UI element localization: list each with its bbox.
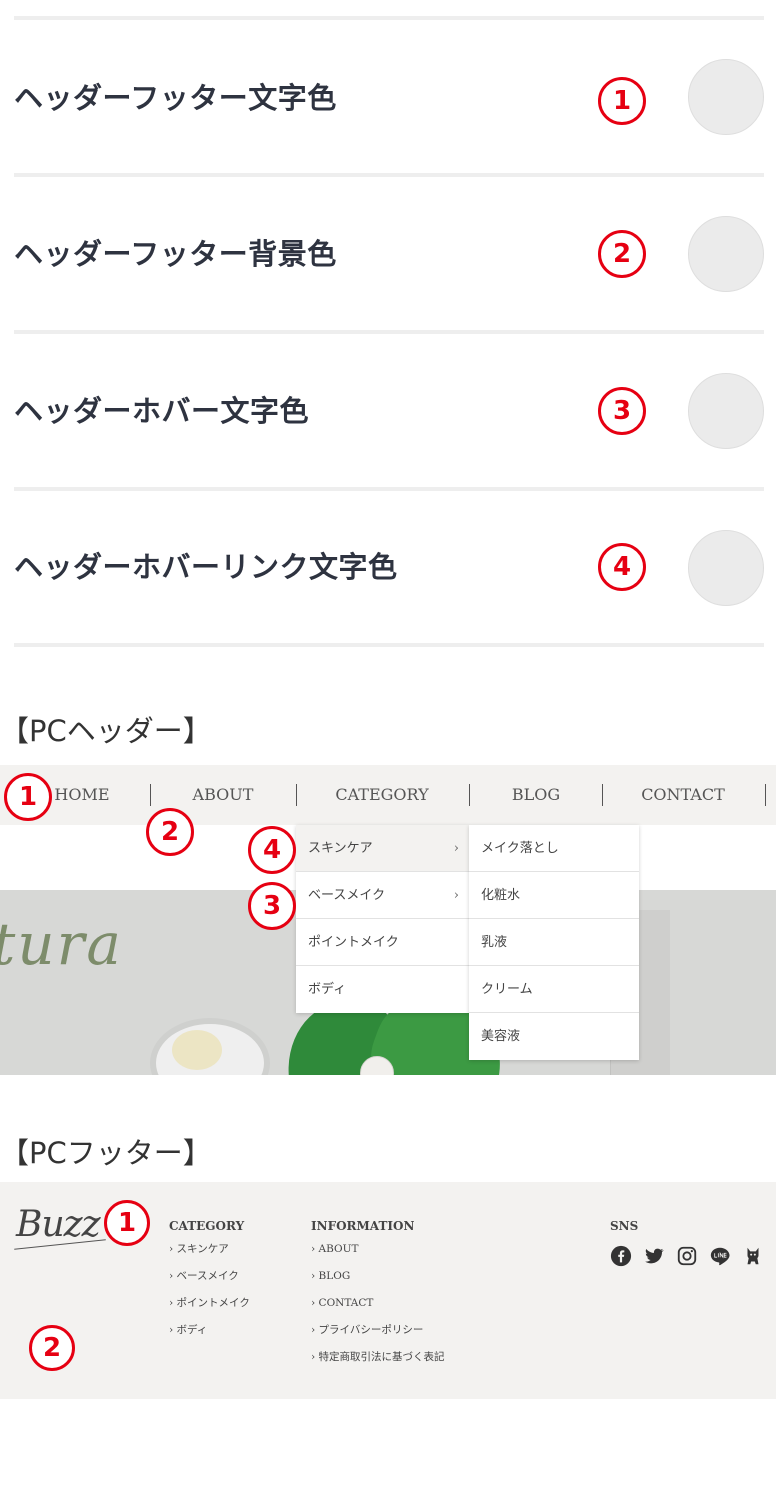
nav-separator xyxy=(296,784,297,806)
footer-link[interactable]: › ポイントメイク xyxy=(169,1290,250,1317)
nav-separator xyxy=(150,784,151,806)
footer-link[interactable]: › ABOUT xyxy=(311,1236,445,1263)
color-swatch-header-footer-text[interactable] xyxy=(688,59,764,135)
subdropdown-item-makeup-remover[interactable]: メイク落とし xyxy=(469,825,639,872)
dropdown-item-body[interactable]: ボディ xyxy=(296,966,469,1013)
marker-1: 1 xyxy=(104,1200,150,1246)
dropdown-item-skincare[interactable]: スキンケア › xyxy=(296,825,469,872)
chevron-right-icon: › xyxy=(453,888,459,903)
skincare-subdropdown: メイク落とし 化粧水 乳液 クリーム 美容液 xyxy=(469,825,639,1060)
pc-footer-preview: Buzz CATEGORY › スキンケア › ベースメイク › ポイントメイク… xyxy=(0,1182,776,1399)
category-dropdown: スキンケア › ベースメイク › ポイントメイク ボディ xyxy=(296,825,469,1013)
hero-jar-cream xyxy=(172,1030,222,1070)
marker-2: 2 xyxy=(598,230,646,278)
twitter-icon[interactable] xyxy=(643,1245,665,1267)
color-swatch-header-footer-background[interactable] xyxy=(688,216,764,292)
footer-information-heading: INFORMATION xyxy=(311,1219,415,1233)
setting-label-header-hover-text: ヘッダーホバー文字色 xyxy=(14,394,310,428)
color-swatch-header-hover-link-text[interactable] xyxy=(688,530,764,606)
marker-2: 2 xyxy=(146,808,194,856)
subdropdown-item-milk[interactable]: 乳液 xyxy=(469,919,639,966)
chevron-right-icon: › xyxy=(453,841,459,856)
setting-label-header-hover-link-text: ヘッダーホバーリンク文字色 xyxy=(14,550,398,584)
dropdown-item-base-makeup[interactable]: ベースメイク › xyxy=(296,872,469,919)
footer-link[interactable]: › 特定商取引法に基づく表記 xyxy=(311,1344,445,1371)
marker-3: 3 xyxy=(248,882,296,930)
marker-1: 1 xyxy=(4,773,52,821)
marker-4: 4 xyxy=(598,543,646,591)
nav-item-category[interactable]: CATEGORY xyxy=(303,765,461,825)
line-icon[interactable] xyxy=(709,1245,731,1267)
subdropdown-item-cream[interactable]: クリーム xyxy=(469,966,639,1013)
marker-2: 2 xyxy=(29,1325,75,1371)
setting-label-header-footer-background: ヘッダーフッター背景色 xyxy=(14,237,337,271)
color-swatch-header-hover-text[interactable] xyxy=(688,373,764,449)
footer-link[interactable]: › CONTACT xyxy=(311,1290,445,1317)
dropdown-item-label: スキンケア xyxy=(308,841,373,856)
pc-header-preview: HOME ABOUT CATEGORY BLOG CONTACT tura スキ… xyxy=(0,765,776,1075)
footer-link[interactable]: › スキンケア xyxy=(169,1236,250,1263)
pc-footer-section-title: 【PCフッター】 xyxy=(0,1136,212,1170)
divider xyxy=(14,487,764,491)
footer-sns-column: SNS xyxy=(610,1216,638,1236)
facebook-icon[interactable] xyxy=(610,1245,632,1267)
instagram-icon[interactable] xyxy=(676,1245,698,1267)
nav-separator xyxy=(469,784,470,806)
nav-item-blog[interactable]: BLOG xyxy=(478,765,594,825)
nav-item-contact[interactable]: CONTACT xyxy=(610,765,756,825)
divider xyxy=(14,173,764,177)
footer-category-column: CATEGORY › スキンケア › ベースメイク › ポイントメイク › ボデ… xyxy=(169,1216,250,1344)
dropdown-item-label: ベースメイク xyxy=(308,888,386,903)
dropdown-item-label: ポイントメイク xyxy=(308,935,399,950)
marker-1: 1 xyxy=(598,77,646,125)
footer-link[interactable]: › BLOG xyxy=(311,1263,445,1290)
subdropdown-item-serum[interactable]: 美容液 xyxy=(469,1013,639,1060)
cat-icon[interactable] xyxy=(742,1245,764,1267)
marker-4: 4 xyxy=(248,826,296,874)
footer-link[interactable]: › ボディ xyxy=(169,1317,250,1344)
nav-separator xyxy=(602,784,603,806)
divider xyxy=(14,330,764,334)
global-nav: HOME ABOUT CATEGORY BLOG CONTACT xyxy=(0,765,776,825)
dropdown-item-label: ボディ xyxy=(308,982,347,997)
nav-separator xyxy=(765,784,766,806)
divider xyxy=(14,16,764,20)
footer-category-heading: CATEGORY xyxy=(169,1219,245,1233)
divider xyxy=(14,643,764,647)
pc-header-section-title: 【PCヘッダー】 xyxy=(0,714,212,748)
footer-information-column: INFORMATION › ABOUT › BLOG › CONTACT › プ… xyxy=(311,1216,445,1371)
setting-label-header-footer-text: ヘッダーフッター文字色 xyxy=(14,81,337,115)
dropdown-item-point-makeup[interactable]: ポイントメイク xyxy=(296,919,469,966)
footer-link[interactable]: › プライバシーポリシー xyxy=(311,1317,445,1344)
sns-icon-row xyxy=(610,1242,764,1270)
marker-3: 3 xyxy=(598,387,646,435)
footer-link[interactable]: › ベースメイク xyxy=(169,1263,250,1290)
site-logo[interactable]: Buzz xyxy=(16,1204,101,1245)
footer-sns-heading: SNS xyxy=(610,1219,639,1233)
hero-script-text: tura xyxy=(0,910,123,978)
subdropdown-item-lotion[interactable]: 化粧水 xyxy=(469,872,639,919)
